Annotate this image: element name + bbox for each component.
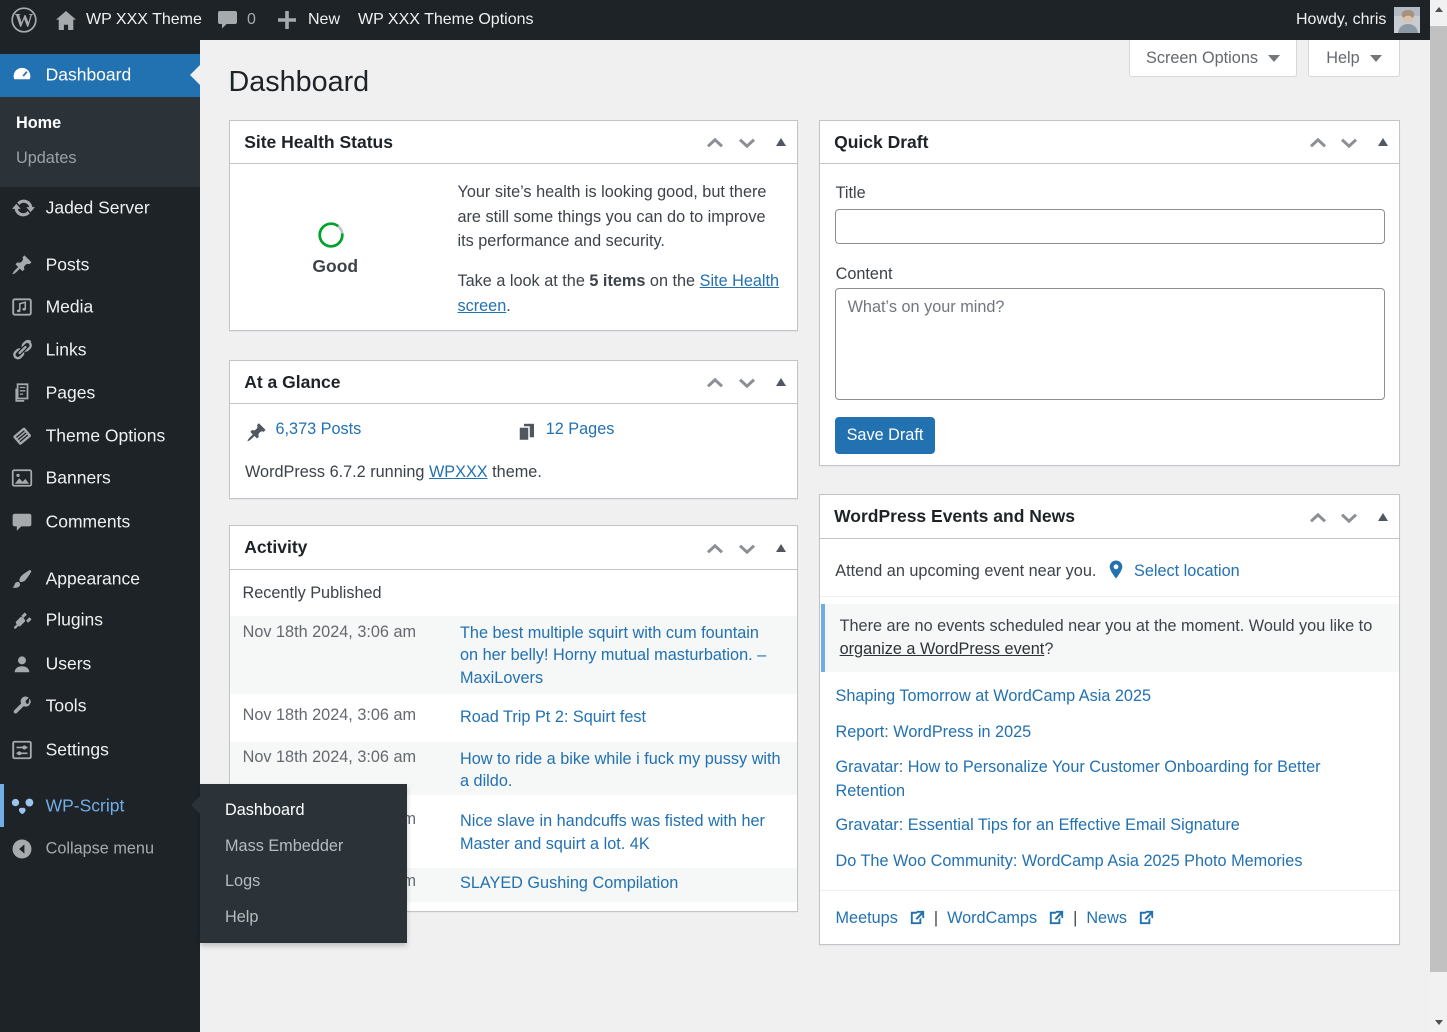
svg-text:W: W — [15, 11, 34, 31]
